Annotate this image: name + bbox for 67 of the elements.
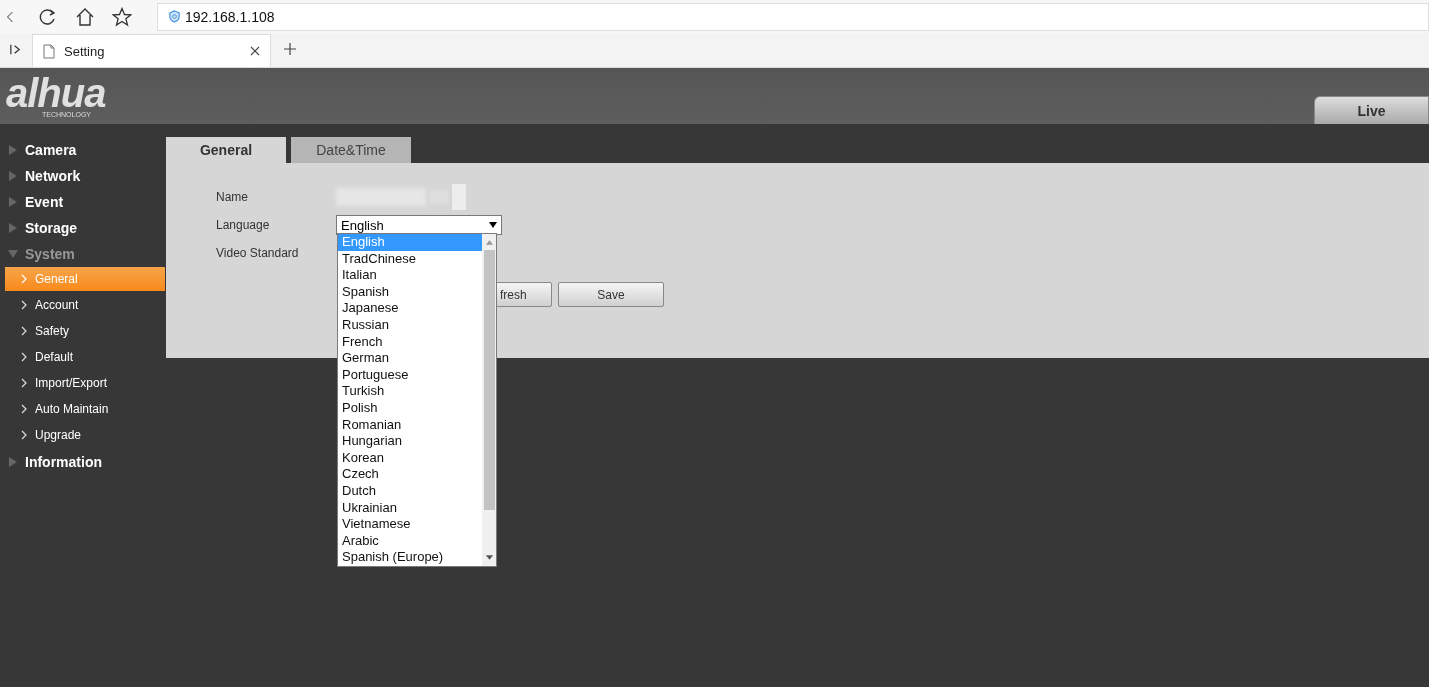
reload-icon[interactable] (38, 6, 58, 27)
scrollbar[interactable] (482, 234, 496, 566)
page-icon (43, 43, 55, 59)
sidebar-subitem[interactable]: Upgrade (5, 423, 165, 447)
sidebar-subitem[interactable]: Safety (5, 319, 165, 343)
dropdown-option[interactable]: French (338, 333, 482, 351)
sidebar-subitem[interactable]: Auto Maintain (5, 397, 165, 421)
language-select[interactable]: English (336, 215, 502, 235)
triangle-right-icon (8, 171, 18, 181)
scrollbar-thumb[interactable] (483, 250, 495, 510)
chevron-right-icon (21, 378, 27, 388)
dropdown-option[interactable]: Ukrainian (338, 499, 482, 517)
triangle-right-icon (8, 223, 18, 233)
dropdown-option[interactable]: Dutch (338, 482, 482, 500)
dropdown-option[interactable]: Russian (338, 316, 482, 334)
dropdown-option[interactable]: Vietnamese (338, 516, 482, 533)
field-label: Video Standard (216, 246, 300, 260)
triangle-right-icon (8, 197, 18, 207)
save-button[interactable]: Save (558, 282, 664, 307)
sidebar-item[interactable]: Information (0, 449, 166, 475)
sidebar-subitem[interactable]: Default (5, 345, 165, 369)
url-text: 192.168.1.108 (185, 8, 275, 25)
dropdown-option[interactable]: Korean (338, 449, 482, 467)
triangle-right-icon (8, 457, 18, 467)
triangle-right-icon (8, 145, 18, 155)
dropdown-option[interactable]: Turkish (338, 383, 482, 400)
sidebar-item[interactable]: System (0, 241, 166, 267)
chevron-right-icon (21, 300, 27, 310)
chevron-right-icon (21, 326, 27, 336)
chevron-right-icon (21, 352, 27, 362)
caret-icon (489, 222, 497, 228)
dropdown-option[interactable]: Arabic (338, 532, 482, 550)
sidebar-item[interactable]: Network (0, 163, 166, 189)
dropdown-option[interactable]: Spanish (Europe) (338, 549, 482, 566)
tab[interactable]: Date&Time (291, 137, 411, 163)
dropdown-option[interactable]: Czech (338, 466, 482, 483)
sidebar-item[interactable]: Camera (0, 137, 166, 163)
scroll-down-icon[interactable] (484, 555, 494, 561)
sidebar-item[interactable]: Event (0, 189, 166, 215)
dropdown-option[interactable]: TradChinese (338, 250, 482, 268)
chevron-right-icon (21, 274, 27, 284)
star-icon[interactable] (112, 6, 132, 27)
dropdown-option[interactable]: Romanian (338, 416, 482, 434)
dropdown-list[interactable]: English TradChinese Italian Spanish Japanese Russian French German Portuguese Turkish Polish Romanian Hungarian Korean Czech Dutch Ukrainian Vietnamese Arabic Spanish (Europe) (337, 233, 497, 567)
dropdown-option[interactable]: Italian (338, 267, 482, 284)
live-tab[interactable]: Live (1314, 96, 1429, 124)
dropdown-option[interactable]: German (338, 350, 482, 367)
field-label: Name (216, 190, 249, 204)
close-icon[interactable] (250, 46, 260, 56)
triangle-down-icon (8, 249, 18, 259)
tab[interactable]: General (166, 137, 286, 163)
tab-title: Setting (64, 43, 106, 59)
dropdown-option[interactable]: Hungarian (338, 433, 482, 450)
sidebar-subitem[interactable]: Import/Export (5, 371, 165, 395)
dropdown-option[interactable]: Portuguese (338, 366, 482, 384)
sidebar-toggle-icon[interactable] (9, 43, 22, 56)
sidebar-item[interactable]: Storage (0, 215, 166, 241)
address-bar[interactable]: 192.168.1.108 (157, 2, 1429, 31)
chevron-right-icon (21, 430, 27, 440)
sidebar-subitem[interactable]: Account (5, 293, 165, 317)
shield-icon (168, 10, 181, 23)
home-icon[interactable] (75, 6, 95, 27)
browser-tab[interactable]: Setting (32, 34, 271, 67)
chevron-right-icon (21, 404, 27, 414)
dropdown-option[interactable]: Polish (338, 399, 482, 417)
new-tab-icon[interactable] (283, 42, 297, 56)
field-label: Language (216, 218, 271, 232)
